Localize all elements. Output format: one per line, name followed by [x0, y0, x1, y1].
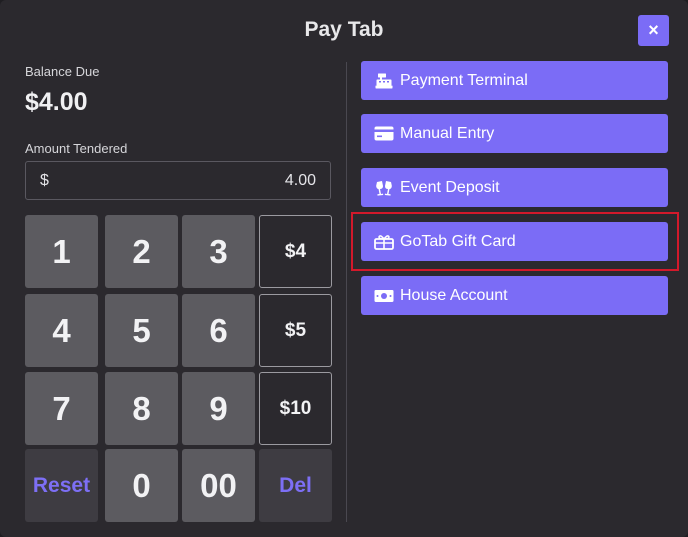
- quick-amount-4-button[interactable]: $4: [259, 215, 332, 288]
- key-7[interactable]: 7: [25, 372, 98, 445]
- key-4[interactable]: 4: [25, 294, 98, 367]
- pay-tab-modal: Pay Tab × Balance Due $4.00 Amount Tende…: [0, 0, 688, 537]
- highlight-box: [351, 212, 679, 271]
- event-deposit-label: Event Deposit: [400, 178, 500, 196]
- amount-tendered-value: 4.00: [284, 171, 316, 189]
- column-divider: [346, 62, 347, 522]
- balance-due-label: Balance Due: [25, 64, 100, 79]
- amount-tendered-input[interactable]: $ 4.00: [25, 161, 331, 200]
- money-bill-icon: [374, 288, 394, 304]
- cash-register-icon: [374, 73, 394, 89]
- key-00[interactable]: 00: [182, 449, 255, 522]
- manual-entry-button[interactable]: Manual Entry: [361, 114, 668, 153]
- event-deposit-button[interactable]: Event Deposit: [361, 168, 668, 207]
- amount-tendered-label: Amount Tendered: [25, 141, 128, 156]
- key-6[interactable]: 6: [182, 294, 255, 367]
- key-8[interactable]: 8: [105, 372, 178, 445]
- balance-due-value: $4.00: [25, 88, 88, 116]
- house-account-button[interactable]: House Account: [361, 276, 668, 315]
- key-5[interactable]: 5: [105, 294, 178, 367]
- key-9[interactable]: 9: [182, 372, 255, 445]
- delete-button[interactable]: Del: [259, 449, 332, 522]
- currency-symbol: $: [40, 171, 49, 189]
- payment-terminal-label: Payment Terminal: [400, 71, 528, 89]
- quick-amount-10-button[interactable]: $10: [259, 372, 332, 445]
- key-3[interactable]: 3: [182, 215, 255, 288]
- payment-terminal-button[interactable]: Payment Terminal: [361, 61, 668, 100]
- credit-card-icon: [374, 126, 394, 142]
- champagne-glasses-icon: [374, 180, 394, 196]
- manual-entry-label: Manual Entry: [400, 124, 495, 142]
- key-2[interactable]: 2: [105, 215, 178, 288]
- key-1[interactable]: 1: [25, 215, 98, 288]
- reset-button[interactable]: Reset: [25, 449, 98, 522]
- modal-title: Pay Tab: [304, 18, 384, 41]
- close-button[interactable]: ×: [638, 15, 669, 46]
- key-0[interactable]: 0: [105, 449, 178, 522]
- house-account-label: House Account: [400, 286, 508, 304]
- quick-amount-5-button[interactable]: $5: [259, 294, 332, 367]
- close-icon: ×: [648, 20, 659, 40]
